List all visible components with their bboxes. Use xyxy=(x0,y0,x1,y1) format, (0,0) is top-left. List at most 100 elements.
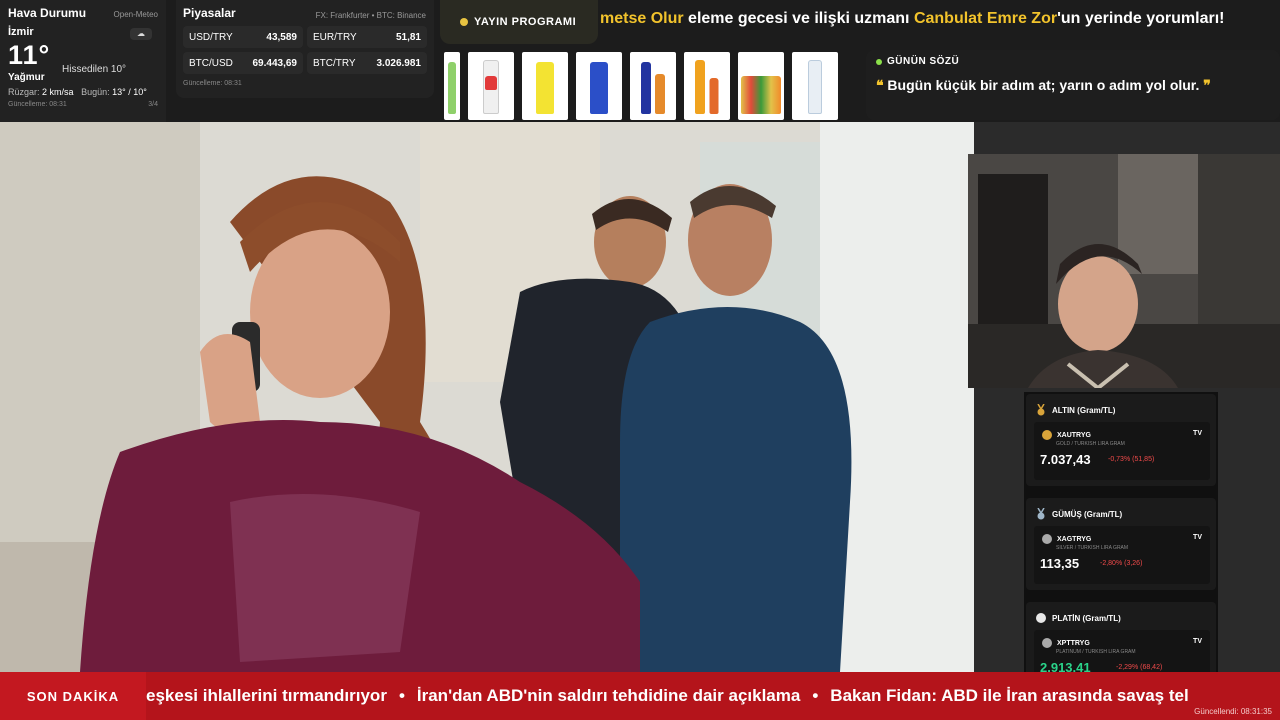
weather-updated: Güncelleme: 08:31 xyxy=(8,101,67,108)
quote-text: Bugün küçük bir adım at; yarın o adım yo… xyxy=(883,77,1204,93)
weather-footer: Güncelleme: 08:31 3/4 xyxy=(8,101,158,108)
card-title: ALTIN (Gram/TL) xyxy=(1052,405,1116,415)
ticker-description: GOLD / TURKISH LIRA GRAM xyxy=(1056,441,1125,447)
news-item: Bakan Fidan: ABD ile İran arasında savaş… xyxy=(830,686,1189,705)
breaking-news-label: SON DAKİKA xyxy=(0,672,146,720)
product-image xyxy=(576,52,622,120)
market-label: BTC/TRY xyxy=(313,57,356,69)
wind-value: 2 km/sa xyxy=(42,87,74,97)
breaking-news-bar: SON DAKİKA eşkesi ihlallerini tırmandırı… xyxy=(0,672,1280,720)
today-value: 13° / 10° xyxy=(112,87,147,97)
coin-icon xyxy=(1042,638,1052,648)
platinum-circle-icon xyxy=(1036,613,1046,623)
cloud-rain-icon: ☁ xyxy=(130,28,152,40)
price-card-gold: ALTIN (Gram/TL) XAUTRYG GOLD / TURKISH L… xyxy=(1026,394,1216,486)
tradingview-icon: TV xyxy=(1193,534,1202,541)
main-video-frame xyxy=(0,122,974,672)
news-item: eşkesi ihlallerini tırmandırıyor xyxy=(146,686,387,705)
ticker-widget[interactable]: XAGTRYG SILVER / TURKISH LIRA GRAM TV 11… xyxy=(1034,526,1210,584)
gold-medal-icon xyxy=(1037,404,1045,416)
program-pill: YAYIN PROGRAMI xyxy=(440,0,598,44)
ticker-change: -2,29% (68,42) xyxy=(1116,664,1163,671)
ticker-symbol-row: XAGTRYG xyxy=(1042,534,1091,544)
breaking-news-ticker: eşkesi ihlallerini tırmandırıyor • İran'da… xyxy=(146,686,1189,706)
market-cell: BTC/USD 69.443,69 xyxy=(183,52,303,74)
markets-widget: Piyasalar FX: Frankfurter • BTC: Binance… xyxy=(176,0,434,98)
ticker-symbol-row: XAUTRYG xyxy=(1042,430,1091,440)
card-header: PLATİN (Gram/TL) xyxy=(1036,612,1121,624)
market-label: USD/TRY xyxy=(189,31,233,43)
video-scene-image xyxy=(0,122,974,672)
quote-open-icon: ❝ xyxy=(876,77,884,93)
news-item: İran'dan ABD'nin saldırı tehdidine dair … xyxy=(416,686,801,705)
card-header: ALTIN (Gram/TL) xyxy=(1036,404,1115,416)
product-image xyxy=(468,52,514,120)
product-image xyxy=(738,52,784,120)
market-cell: EUR/TRY 51,81 xyxy=(307,26,427,48)
webcam-image xyxy=(968,154,1280,388)
streamer-webcam xyxy=(968,154,1280,388)
card-title: GÜMÜŞ (Gram/TL) xyxy=(1052,509,1123,519)
ticker-description: SILVER / TURKISH LIRA GRAM xyxy=(1056,545,1129,551)
ticker-change: -0,73% (51,85) xyxy=(1108,456,1155,463)
quote-label: GÜNÜN SÖZÜ xyxy=(887,56,960,67)
weather-wind-row: Rüzgar: 2 km/sa Bugün: 13° / 10° xyxy=(8,87,158,97)
program-label: YAYIN PROGRAMI xyxy=(474,16,577,28)
market-value: 43,589 xyxy=(266,31,297,43)
sponsor-product-strip xyxy=(444,50,856,122)
product-image xyxy=(522,52,568,120)
ticker-symbol: XAUTRYG xyxy=(1057,431,1091,439)
card-title: PLATİN (Gram/TL) xyxy=(1052,613,1121,623)
market-cell: USD/TRY 43,589 xyxy=(183,26,303,48)
product-image xyxy=(444,52,460,120)
silver-medal-icon xyxy=(1037,508,1045,520)
weather-page: 3/4 xyxy=(148,101,158,108)
tradingview-icon: TV xyxy=(1193,430,1202,437)
top-ticker-highlight-1: metse Olur xyxy=(600,10,684,27)
news-separator: • xyxy=(398,686,405,705)
ticker-symbol: XAGTRYG xyxy=(1057,535,1092,543)
breaking-news-updated: Güncellendi: 08:31:35 xyxy=(1194,707,1272,716)
market-label: EUR/TRY xyxy=(313,31,357,43)
product-image xyxy=(792,52,838,120)
markets-updated: Güncelleme: 08:31 xyxy=(183,80,242,87)
markets-source: FX: Frankfurter • BTC: Binance xyxy=(315,11,426,20)
market-value: 69.443,69 xyxy=(252,57,298,69)
top-ticker-text-1: eleme gecesi ve ilişki uzmanı xyxy=(683,10,914,27)
ticker-change: -2,80% (3,26) xyxy=(1100,560,1143,567)
market-value: 51,81 xyxy=(395,31,421,43)
news-separator: • xyxy=(812,686,819,705)
metal-prices-panel: ALTIN (Gram/TL) XAUTRYG GOLD / TURKISH L… xyxy=(1024,392,1218,694)
weather-widget: Hava Durumu Open-Meteo İzmir ☁ 11° Hisse… xyxy=(0,0,166,130)
today-label: Bugün: xyxy=(81,87,110,97)
ticker-symbol: XPTTRYG xyxy=(1057,639,1090,647)
quote-dot-icon xyxy=(876,58,882,65)
market-value: 3.026.981 xyxy=(376,57,422,69)
product-image xyxy=(630,52,676,120)
ticker-price: 7.037,43 xyxy=(1040,452,1091,467)
tradingview-icon: TV xyxy=(1193,638,1202,645)
quote-text-row: ❝ Bugün küçük bir adım at; yarın o adım … xyxy=(876,77,1270,94)
coin-icon xyxy=(1042,534,1052,544)
wind-label: Rüzgar: xyxy=(8,87,40,97)
coin-icon xyxy=(1042,430,1052,440)
product-image xyxy=(684,52,730,120)
market-cell: BTC/TRY 3.026.981 xyxy=(307,52,427,74)
quote-label-row: GÜNÜN SÖZÜ xyxy=(876,56,1270,67)
top-ticker-highlight-2: Canbulat Emre Zor xyxy=(913,10,1058,27)
weather-source: Open-Meteo xyxy=(113,10,158,19)
ticker-price: 113,35 xyxy=(1040,556,1080,571)
top-ticker: metse Olur eleme gecesi ve ilişki uzmanı… xyxy=(600,10,1280,34)
quote-of-the-day: GÜNÜN SÖZÜ ❝ Bugün küçük bir adım at; ya… xyxy=(866,50,1280,120)
weather-feels-like: Hissedilen 10° xyxy=(62,64,127,75)
ticker-widget[interactable]: XAUTRYG GOLD / TURKISH LIRA GRAM TV 7.03… xyxy=(1034,422,1210,480)
market-label: BTC/USD xyxy=(189,57,233,69)
program-dot-icon xyxy=(460,18,468,26)
markets-grid: USD/TRY 43,589 EUR/TRY 51,81 BTC/USD 69.443… xyxy=(183,26,427,74)
ticker-symbol-row: XPTTRYG xyxy=(1042,638,1090,648)
card-header: GÜMÜŞ (Gram/TL) xyxy=(1036,508,1122,520)
ticker-description: PLATINUM / TURKISH LIRA GRAM xyxy=(1056,649,1136,655)
quote-close-icon: ❞ xyxy=(1203,77,1211,93)
top-ticker-text-2: 'un yerinde yorumları! xyxy=(1057,10,1225,27)
price-card-silver: GÜMÜŞ (Gram/TL) XAGTRYG SILVER / TURKISH… xyxy=(1026,498,1216,590)
